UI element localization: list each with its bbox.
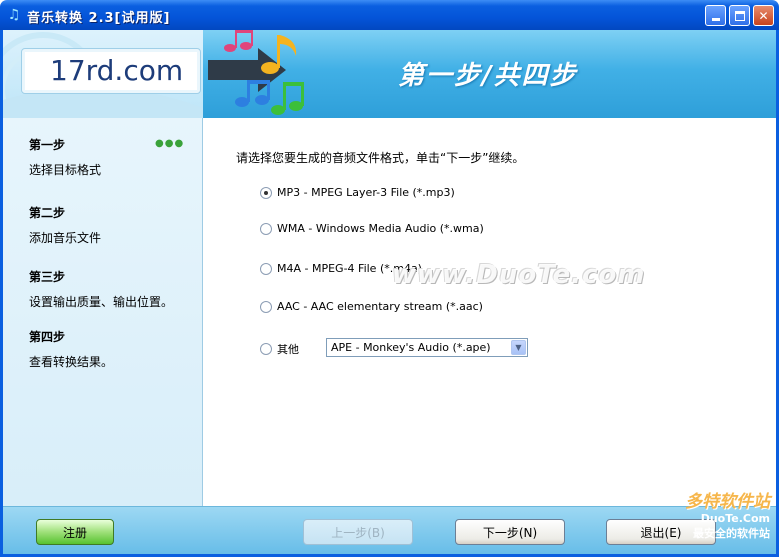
step-desc: 查看转换结果。 — [29, 355, 114, 369]
radio-label[interactable]: AAC - AAC elementary stream (*.aac) — [277, 300, 483, 313]
maximize-icon — [734, 10, 745, 21]
prev-button[interactable]: 上一步(B) — [303, 519, 413, 545]
step-title: 第二步 — [29, 206, 66, 220]
current-step-indicator: ●●● — [155, 138, 185, 149]
radio-button[interactable] — [260, 186, 272, 199]
footer-bar: 注册 上一步(B) 下一步(N) 退出(E) 多特软件站 DuoTe.Com 最… — [3, 492, 776, 554]
next-button[interactable]: 下一步(N) — [455, 519, 565, 545]
register-button[interactable]: 注册 — [36, 519, 114, 545]
logo-box: 17rd.com — [21, 48, 201, 94]
minimize-button[interactable] — [705, 5, 726, 26]
step-item-1: 第一步 选择目标格式 — [29, 136, 101, 178]
radio-button[interactable] — [260, 262, 272, 275]
music-note-icon: ♫ — [7, 7, 21, 23]
radio-wma[interactable]: WMA - Windows Media Audio (*.wma) — [260, 222, 484, 235]
minimize-icon — [711, 18, 720, 21]
step-desc: 选择目标格式 — [29, 163, 102, 177]
step-item-3: 第三步 设置输出质量、输出位置。 — [29, 268, 173, 310]
brand-watermark: 多特软件站 DuoTe.Com 最安全的软件站 — [685, 487, 770, 541]
close-button[interactable]: ✕ — [753, 5, 774, 26]
other-format-select[interactable]: APE - Monkey's Audio (*.ape) ▼ — [326, 338, 528, 357]
header-banner: 17rd.com 第一步/共四步 — [3, 30, 776, 118]
format-selection-panel: 请选择您要生成的音频文件格式，单击“下一步”继续。 MP3 - MPEG Lay… — [204, 118, 776, 506]
step-item-2: 第二步 添加音乐文件 — [29, 204, 101, 246]
radio-other[interactable]: 其他 — [260, 341, 299, 357]
radio-button[interactable] — [260, 300, 272, 313]
watermark: www.DuoTe.com — [392, 260, 646, 290]
radio-button[interactable] — [260, 343, 272, 355]
window-title: 音乐转换 2.3[试用版] — [27, 11, 171, 26]
brand-name: 多特软件站 — [685, 492, 770, 512]
brand-domain: DuoTe.Com — [700, 512, 770, 525]
step-title: 第四步 — [29, 330, 66, 344]
steps-sidebar: 第一步 选择目标格式 ●●● 第二步 添加音乐文件 第三步 设置输出质量、输出位… — [3, 118, 203, 506]
radio-label[interactable]: WMA - Windows Media Audio (*.wma) — [277, 222, 484, 235]
step-desc: 设置输出质量、输出位置。 — [29, 295, 174, 309]
radio-mp3[interactable]: MP3 - MPEG Layer-3 File (*.mp3) — [260, 186, 455, 199]
chevron-down-icon[interactable]: ▼ — [511, 340, 526, 355]
radio-label[interactable]: 其他 — [277, 341, 299, 357]
music-notes-icon — [208, 30, 304, 115]
step-banner: 第一步/共四步 — [398, 61, 578, 91]
maximize-button[interactable] — [729, 5, 750, 26]
step-title: 第三步 — [29, 270, 66, 284]
step-title: 第一步 — [29, 138, 66, 152]
step-desc: 添加音乐文件 — [29, 231, 102, 245]
logo-text: 17rd.com — [50, 54, 184, 87]
instruction-text: 请选择您要生成的音频文件格式，单击“下一步”继续。 — [236, 151, 525, 165]
close-icon: ✕ — [758, 8, 769, 23]
brand-slogan: 最安全的软件站 — [693, 527, 770, 540]
radio-aac[interactable]: AAC - AAC elementary stream (*.aac) — [260, 300, 483, 313]
step-item-4: 第四步 查看转换结果。 — [29, 328, 113, 370]
title-bar[interactable]: ♫ 音乐转换 2.3[试用版] ✕ — [0, 0, 779, 30]
select-value: APE - Monkey's Audio (*.ape) — [331, 341, 491, 354]
radio-label[interactable]: MP3 - MPEG Layer-3 File (*.mp3) — [277, 186, 455, 199]
radio-button[interactable] — [260, 222, 272, 235]
